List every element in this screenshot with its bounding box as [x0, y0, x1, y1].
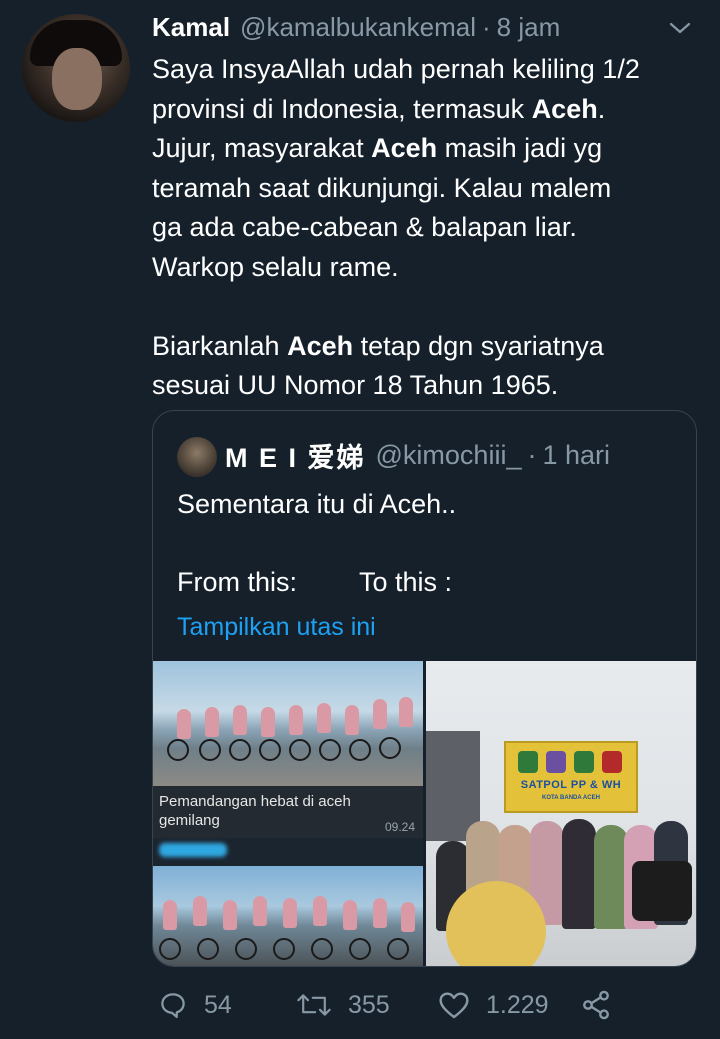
tweet-actions: 54 355 1.229	[152, 985, 622, 1025]
tweet-text: Saya InsyaAllah udah pernah keliling 1/2…	[152, 50, 692, 406]
author-handle[interactable]: @kamalbukankemal	[240, 12, 476, 43]
quoted-tweet[interactable]: M E I 爱娣 @kimochiii_ · 1 hari Sementara …	[152, 410, 697, 967]
bike-photo-top	[153, 661, 423, 786]
quoted-media: Pemandangan hebat di aceh gemilang 09.24	[153, 661, 696, 966]
tweet-text-bold: Aceh	[531, 93, 598, 124]
retweet-button[interactable]: 355	[296, 985, 390, 1025]
show-thread-link[interactable]: Tampilkan utas ini	[177, 613, 376, 642]
tweet-header: Kamal @kamalbukankemal · 8 jam	[152, 10, 696, 44]
reply-icon	[161, 993, 185, 1018]
like-button[interactable]: 1.229	[438, 985, 549, 1025]
share-icon	[583, 990, 609, 1020]
retweet-count: 355	[348, 990, 390, 1019]
quoted-separator-dot: ·	[527, 439, 537, 470]
quoted-text: Sementara itu di Aceh..	[177, 489, 457, 519]
reply-count: 54	[204, 990, 232, 1019]
tweet-text-segment: masih jadi yg teramah saat dikunjungi. K…	[152, 133, 612, 361]
camera	[632, 861, 692, 921]
tweet-text-bold: Aceh	[287, 330, 354, 361]
office-sign: SATPOL PP & WH KOTA BANDA ACEH	[504, 741, 638, 813]
quoted-header: M E I 爱娣 @kimochiii_ · 1 hari	[225, 433, 610, 477]
chevron-down-icon[interactable]	[668, 16, 692, 40]
redacted-name	[159, 843, 227, 857]
sign-subtitle: KOTA BANDA ACEH	[542, 795, 600, 801]
separator-dot: ·	[482, 11, 491, 42]
caption-time: 09.24	[384, 820, 415, 834]
retweet-icon	[297, 994, 331, 1016]
quoted-to-text: To this :	[359, 567, 453, 597]
heart-icon	[439, 992, 469, 1019]
tweet-time[interactable]: 8 jam	[497, 12, 561, 43]
tweet-text-bold: Aceh	[371, 133, 438, 163]
author-avatar[interactable]	[22, 14, 130, 122]
caption-text: Pemandangan hebat di aceh gemilang	[159, 793, 351, 829]
author-name[interactable]: Kamal	[152, 12, 230, 43]
quoted-author-name: M E I 爱娣	[225, 442, 366, 473]
quoted-author-avatar	[177, 437, 217, 477]
image-caption: Pemandangan hebat di aceh gemilang 09.24	[153, 786, 423, 838]
bike-photo-bottom	[153, 866, 423, 966]
quoted-from-text: From this:	[177, 567, 298, 597]
sign-title: SATPOL PP & WH	[520, 779, 622, 791]
reply-button[interactable]: 54	[158, 985, 232, 1025]
like-count: 1.229	[486, 990, 549, 1019]
media-image-left[interactable]: Pemandangan hebat di aceh gemilang 09.24	[153, 661, 423, 966]
share-button[interactable]	[580, 985, 628, 1025]
avatar-face	[52, 48, 102, 110]
media-image-right[interactable]: SATPOL PP & WH KOTA BANDA ACEH	[426, 661, 696, 966]
quoted-author-handle: @kimochiii_	[375, 439, 522, 470]
quoted-time: 1 hari	[542, 439, 611, 470]
